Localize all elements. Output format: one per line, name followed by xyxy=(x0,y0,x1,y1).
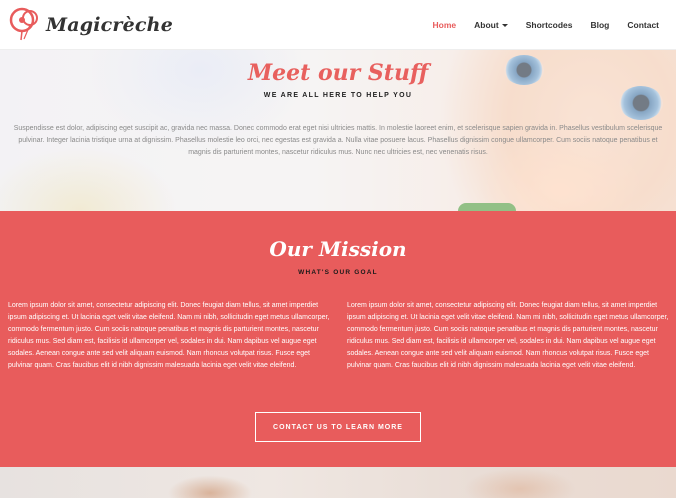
nav-contact[interactable]: Contact xyxy=(618,20,668,30)
hero-subtitle: WE ARE ALL HERE TO HELP YOU xyxy=(263,92,413,99)
hero-text: Suspendisse est dolor, adipiscing eget s… xyxy=(13,125,663,156)
nav-blog[interactable]: Blog xyxy=(581,20,618,30)
caret-down-icon xyxy=(501,23,508,27)
nav-home-label: Home xyxy=(432,20,457,30)
hero-section: Meet our Stuff WE ARE ALL HERE TO HELP Y… xyxy=(0,50,676,211)
brand-name: Magicrèche xyxy=(46,14,173,36)
main-nav: Home About Shortcodes Blog Contact xyxy=(424,0,668,50)
nav-home[interactable]: Home xyxy=(424,20,466,30)
nav-about[interactable]: About xyxy=(465,20,517,30)
nav-blog-label: Blog xyxy=(590,20,610,30)
logo[interactable]: Magicrèche xyxy=(8,6,173,44)
mission-subtitle: WHAT'S OUR GOAL xyxy=(298,269,378,276)
nav-contact-label: Contact xyxy=(627,20,659,30)
balloon-logo-icon xyxy=(9,7,38,41)
mission-title: Our Mission xyxy=(269,237,407,261)
nav-about-label: About xyxy=(474,20,499,30)
nav-shortcodes-label: Shortcodes xyxy=(525,20,573,30)
contact-cta-button[interactable]: CONTACT US TO LEARN MORE xyxy=(255,412,421,442)
mission-text-right: Lorem ipsum dolor sit amet, consectetur … xyxy=(347,302,669,369)
bottom-image-strip xyxy=(0,467,676,498)
hero-title: Meet our Stuff xyxy=(247,60,429,86)
site-header: Magicrèche Home About Shortcodes Blog Co… xyxy=(0,0,676,50)
nav-shortcodes[interactable]: Shortcodes xyxy=(517,20,582,30)
mission-text-left: Lorem ipsum dolor sit amet, consectetur … xyxy=(8,302,330,369)
mission-section: Our Mission WHAT'S OUR GOAL Lorem ipsum … xyxy=(0,211,676,467)
